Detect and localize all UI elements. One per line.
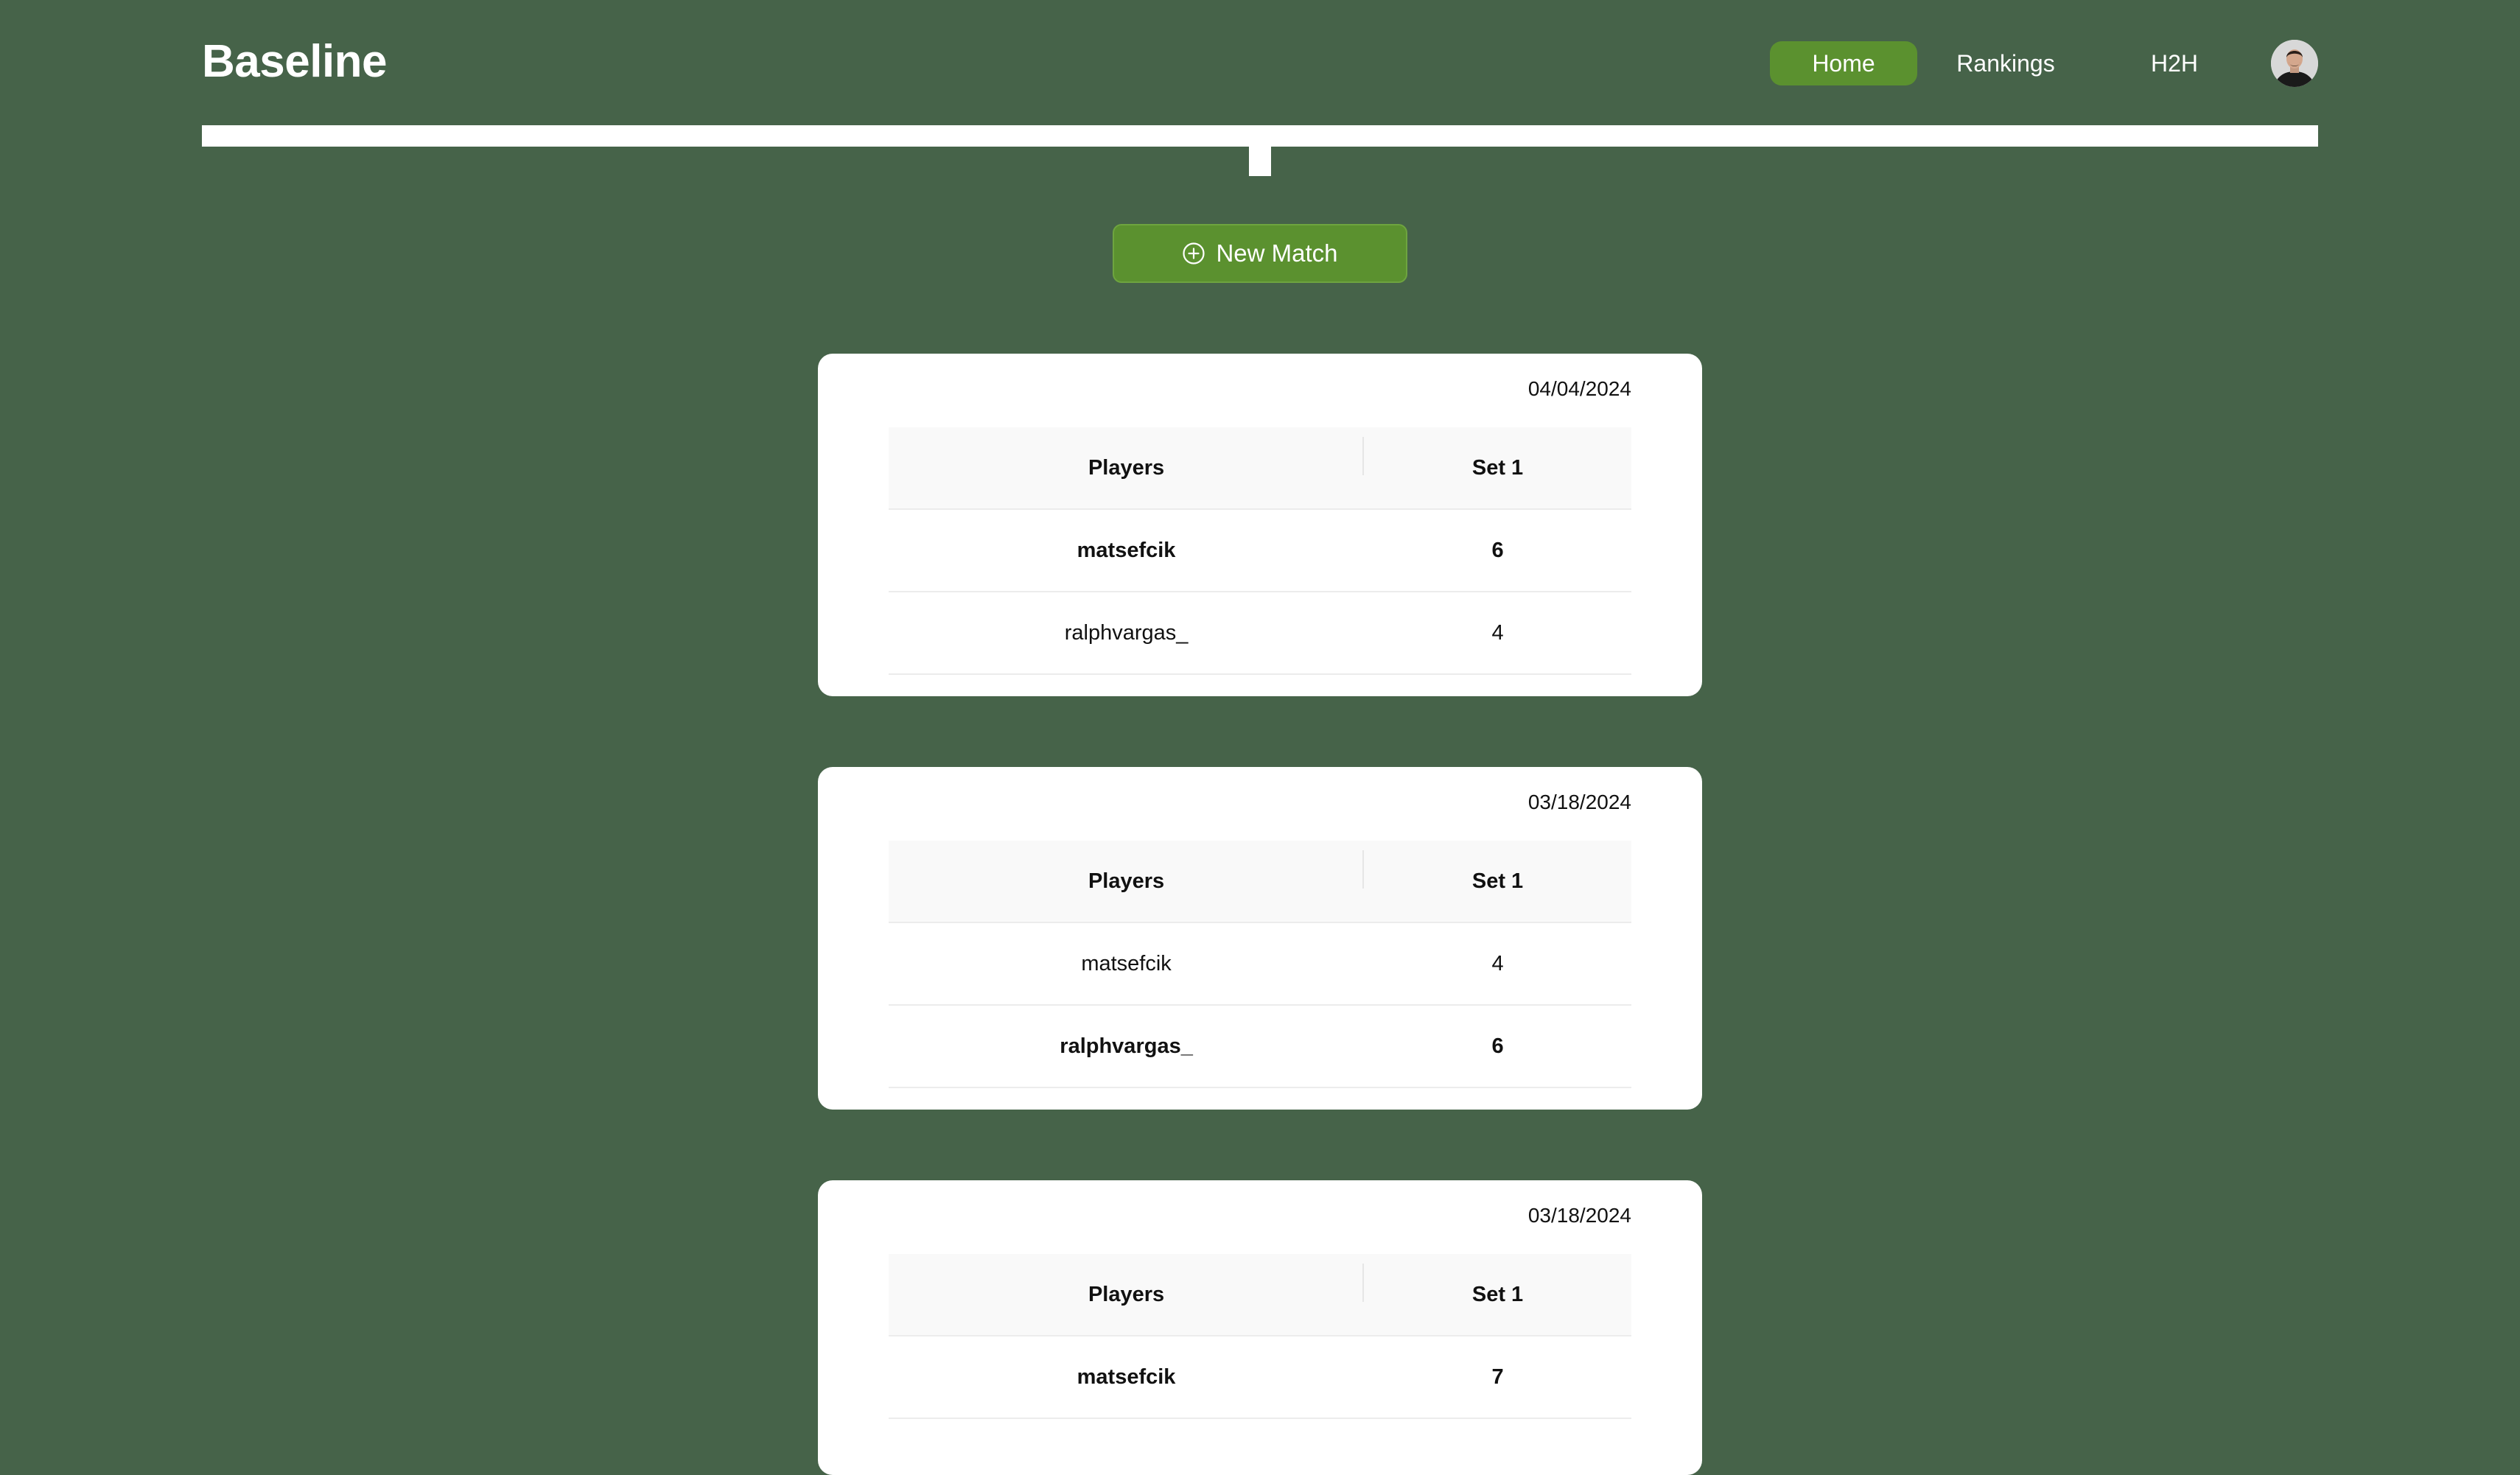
table-header: Players Set 1: [889, 427, 1631, 510]
nav-h2h[interactable]: H2H: [2112, 41, 2237, 85]
players-header: Players: [889, 436, 1365, 480]
player-name: matsefcik: [1077, 538, 1176, 562]
match-date: 03/18/2024: [1527, 1204, 1631, 1227]
set-score: 4: [1491, 951, 1504, 975]
match-date: 03/18/2024: [1527, 791, 1631, 813]
plus-circle-icon: [1183, 242, 1205, 264]
player-name: matsefcik: [1081, 951, 1172, 975]
score-table: Players Set 1 matsefcik 7: [889, 1254, 1631, 1419]
nav-home[interactable]: Home: [1770, 41, 1917, 85]
match-card: 03/18/2024 Players Set 1 matsefcik 4 ral…: [818, 767, 1702, 1110]
user-avatar[interactable]: [2271, 40, 2318, 87]
avatar-image: [2271, 40, 2318, 87]
players-header: Players: [889, 849, 1365, 894]
app-logo[interactable]: Baseline: [202, 32, 388, 91]
new-match-label: New Match: [1216, 239, 1338, 267]
score-table: Players Set 1 matsefcik 6 ralphvargas_ 4: [889, 427, 1631, 675]
nav-rankings[interactable]: Rankings: [1917, 41, 2094, 85]
divider-notch: [1249, 147, 1271, 176]
set-score: 6: [1491, 538, 1504, 562]
set1-header: Set 1: [1471, 869, 1524, 893]
players-header: Players: [889, 1263, 1365, 1307]
header-divider-bar: [202, 125, 2318, 147]
match-card: 03/18/2024 Players Set 1 matsefcik 7: [818, 1180, 1702, 1475]
set-score: 7: [1491, 1364, 1504, 1389]
table-row: matsefcik 6: [889, 510, 1631, 592]
match-date: 04/04/2024: [1527, 377, 1631, 400]
set-score: 6: [1491, 1034, 1504, 1058]
table-header: Players Set 1: [889, 841, 1631, 923]
set1-header: Set 1: [1471, 455, 1524, 480]
table-row: ralphvargas_ 6: [889, 1006, 1631, 1088]
player-name: ralphvargas_: [1060, 1034, 1193, 1058]
new-match-button[interactable]: New Match: [1113, 224, 1407, 283]
set-score: 4: [1491, 620, 1504, 645]
table-header: Players Set 1: [889, 1254, 1631, 1336]
match-card: 04/04/2024 Players Set 1 matsefcik 6 ral…: [818, 354, 1702, 696]
table-row: matsefcik 7: [889, 1336, 1631, 1419]
set1-header: Set 1: [1471, 1282, 1524, 1306]
table-row: matsefcik 4: [889, 923, 1631, 1006]
player-name: ralphvargas_: [1064, 620, 1189, 645]
table-row: ralphvargas_ 4: [889, 592, 1631, 675]
score-table: Players Set 1 matsefcik 4 ralphvargas_ 6: [889, 841, 1631, 1088]
player-name: matsefcik: [1077, 1364, 1176, 1389]
top-nav: Home Rankings H2H: [1770, 40, 2318, 87]
